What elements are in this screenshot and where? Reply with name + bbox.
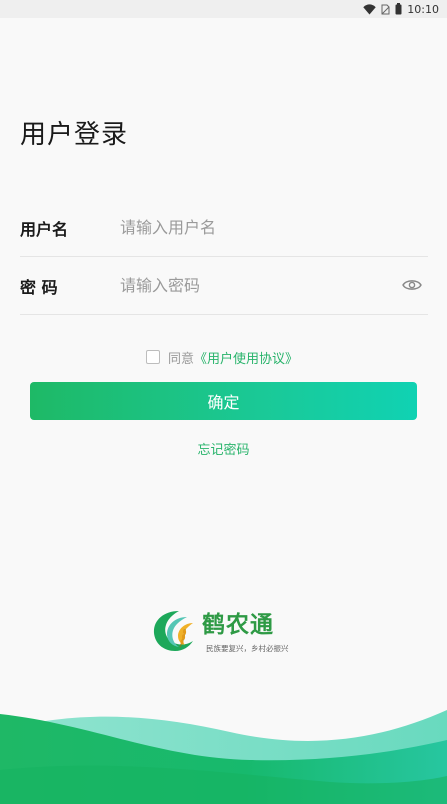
- agreement-checkbox[interactable]: [146, 350, 160, 364]
- battery-icon: [395, 3, 402, 15]
- status-icons: 10:10: [363, 1, 439, 17]
- agreement-prefix: 同意: [168, 351, 195, 367]
- confirm-button[interactable]: 确定: [30, 382, 417, 420]
- username-input[interactable]: [120, 213, 380, 241]
- password-row: 密 码: [20, 257, 428, 315]
- username-row: 用户名: [20, 199, 428, 257]
- bottom-waves-decoration: [0, 710, 447, 804]
- password-label: 密 码: [20, 278, 58, 297]
- brand-slogan: 民族要复兴，乡村必振兴: [206, 644, 289, 653]
- status-time: 10:10: [407, 2, 439, 16]
- eye-icon[interactable]: [402, 276, 422, 294]
- username-label: 用户名: [20, 220, 69, 239]
- no-sim-icon: [381, 4, 390, 15]
- status-bar: 10:10: [0, 0, 447, 18]
- agreement-row: 同意 《用户使用协议》: [146, 347, 298, 367]
- forgot-password-link[interactable]: 忘记密码: [0, 439, 447, 458]
- logo-mark-icon: [153, 611, 193, 651]
- wifi-icon: [363, 3, 376, 15]
- brand-logo: 鹤农通 民族要复兴，乡村必振兴: [149, 605, 309, 657]
- page-title: 用户登录: [20, 120, 129, 150]
- agreement-link[interactable]: 《用户使用协议》: [194, 348, 298, 367]
- password-input[interactable]: [120, 271, 380, 299]
- brand-name: 鹤农通: [202, 612, 274, 638]
